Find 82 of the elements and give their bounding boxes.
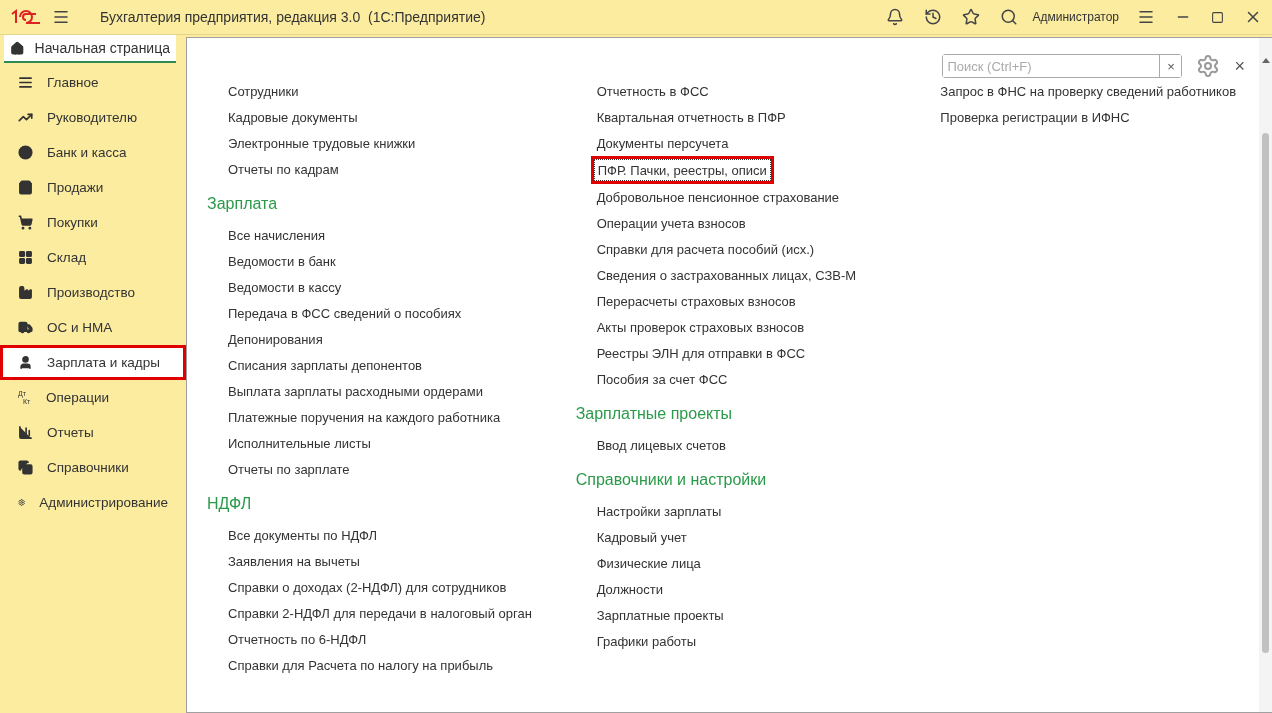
- menu-link[interactable]: Пособия за счет ФСС: [596, 366, 728, 392]
- settings-icon[interactable]: [1196, 54, 1221, 78]
- sidebar-item[interactable]: Отчеты: [0, 415, 186, 450]
- menu-link[interactable]: Электронные трудовые книжки: [228, 130, 416, 156]
- menu-icon[interactable]: [52, 8, 70, 26]
- sidebar-item[interactable]: Производство: [0, 275, 186, 310]
- search-icon[interactable]: [1000, 8, 1019, 26]
- menu-link[interactable]: Ведомости в банк: [228, 248, 336, 274]
- sidebar-item[interactable]: Продажи: [0, 170, 186, 205]
- menu-link[interactable]: Запрос в ФНС на проверку сведений работников: [940, 78, 1237, 104]
- menu-link[interactable]: Все документы по НДФЛ: [228, 522, 378, 548]
- sidebar-item[interactable]: Главное: [0, 65, 186, 100]
- menu-link[interactable]: Кадровые документы: [228, 104, 358, 130]
- history-icon[interactable]: [924, 8, 943, 26]
- truck-icon: [18, 320, 33, 335]
- menu-link[interactable]: Отчеты по зарплате: [228, 456, 350, 482]
- section-heading: Справочники и настройки: [575, 470, 768, 490]
- user-name: Администратор: [1032, 10, 1119, 24]
- menu-link[interactable]: Перерасчеты страховых взносов: [596, 288, 796, 314]
- menu-link[interactable]: Квартальная отчетность в ПФР: [596, 104, 786, 130]
- menu-link[interactable]: Списания зарплаты депонентов: [228, 352, 423, 378]
- menu-link[interactable]: Сотрудники: [228, 78, 299, 104]
- menu-link[interactable]: Ввод лицевых счетов: [596, 432, 726, 458]
- menu-link[interactable]: Настройки зарплаты: [596, 498, 722, 524]
- menu-link[interactable]: ПФР. Пачки, реестры, описи: [593, 159, 771, 181]
- menu-link[interactable]: Справки для Расчета по налогу на прибыль: [228, 652, 494, 678]
- maximize-icon[interactable]: [1211, 10, 1224, 24]
- menu-link[interactable]: Акты проверок страховых взносов: [596, 314, 805, 340]
- bars-icon: [18, 425, 33, 440]
- menu-link[interactable]: Отчетность по 6-НДФЛ: [228, 626, 367, 652]
- sidebar-item[interactable]: ОС и НМА: [0, 310, 186, 345]
- scrollbar[interactable]: [1259, 38, 1272, 712]
- menu-link[interactable]: Зарплатные проекты: [596, 602, 724, 628]
- cart-icon: [18, 215, 33, 230]
- person-icon: [18, 355, 33, 370]
- sidebar-item[interactable]: Зарплата и кадры: [0, 345, 186, 380]
- section-heading: Зарплата: [207, 194, 279, 214]
- menu-link[interactable]: Платежные поручения на каждого работника: [228, 404, 501, 430]
- star-icon[interactable]: [962, 8, 981, 26]
- sidebar-item[interactable]: Покупки: [0, 205, 186, 240]
- menu-link[interactable]: Физические лица: [596, 550, 701, 576]
- menu-link[interactable]: Депонирования: [228, 326, 323, 352]
- search-field[interactable]: Поиск (Ctrl+F) ×: [942, 54, 1183, 78]
- menu-link[interactable]: Передача в ФСС сведений о пособиях: [228, 300, 462, 326]
- close-panel-button[interactable]: ×: [1234, 55, 1245, 77]
- menu-link[interactable]: Ведомости в кассу: [228, 274, 342, 300]
- menu-link[interactable]: Исполнительные листы: [228, 430, 371, 456]
- sidebar-item[interactable]: Администрирование: [0, 485, 186, 520]
- home-icon: [10, 40, 25, 56]
- menu-link[interactable]: Сведения о застрахованных лицах, СЗВ-М: [596, 262, 857, 288]
- menu-link[interactable]: Все начисления: [228, 222, 325, 248]
- sidebar-item[interactable]: Склад: [0, 240, 186, 275]
- user-menu-icon[interactable]: [1137, 8, 1155, 26]
- lines-icon: [18, 75, 33, 90]
- sidebar-item[interactable]: Руководителю: [0, 100, 186, 135]
- factory-icon: [18, 285, 33, 300]
- sidebar-item[interactable]: Справочники: [0, 450, 186, 485]
- menu-link[interactable]: Должности: [596, 576, 663, 602]
- menu-link[interactable]: Выплата зарплаты расходными ордерами: [228, 378, 483, 404]
- grid-icon: [18, 250, 33, 265]
- menu-link[interactable]: Отчетность в ФСС: [596, 78, 709, 104]
- section-heading: Зарплатные проекты: [575, 404, 734, 424]
- window-title: Бухгалтерия предприятия, редакция 3.0 (1С:Предприятие): [100, 9, 487, 25]
- menu-link[interactable]: Добровольное пенсионное страхование: [596, 184, 840, 210]
- menu-link[interactable]: Отчеты по кадрам: [228, 156, 339, 182]
- menu-link[interactable]: Реестры ЭЛН для отправки в ФСС: [596, 340, 806, 366]
- sidebar-item[interactable]: Банк и касса: [0, 135, 186, 170]
- menu-link[interactable]: Справки о доходах (2-НДФЛ) для сотрудников: [228, 574, 507, 600]
- clear-button[interactable]: ×: [1159, 55, 1182, 77]
- section-heading: НДФЛ: [207, 494, 253, 514]
- menu-link[interactable]: Кадровый учет: [596, 524, 687, 550]
- menu-link[interactable]: Графики работы: [596, 628, 697, 654]
- bell-icon[interactable]: [886, 8, 905, 26]
- menu-link[interactable]: Операции учета взносов: [596, 210, 746, 236]
- menu-link[interactable]: Справки для расчета пособий (исх.): [596, 236, 815, 262]
- menu-link[interactable]: Проверка регистрации в ИФНС: [940, 104, 1130, 130]
- menu-link[interactable]: Заявления на вычеты: [228, 548, 360, 574]
- home-tab[interactable]: Начальная страница: [4, 35, 176, 63]
- logo-icon: [10, 9, 42, 25]
- menu-link[interactable]: Справки 2-НДФЛ для передачи в налоговый орган: [228, 600, 532, 626]
- menu-link[interactable]: Документы персучета: [596, 130, 729, 156]
- scroll-up-arrow-icon[interactable]: [1261, 58, 1270, 63]
